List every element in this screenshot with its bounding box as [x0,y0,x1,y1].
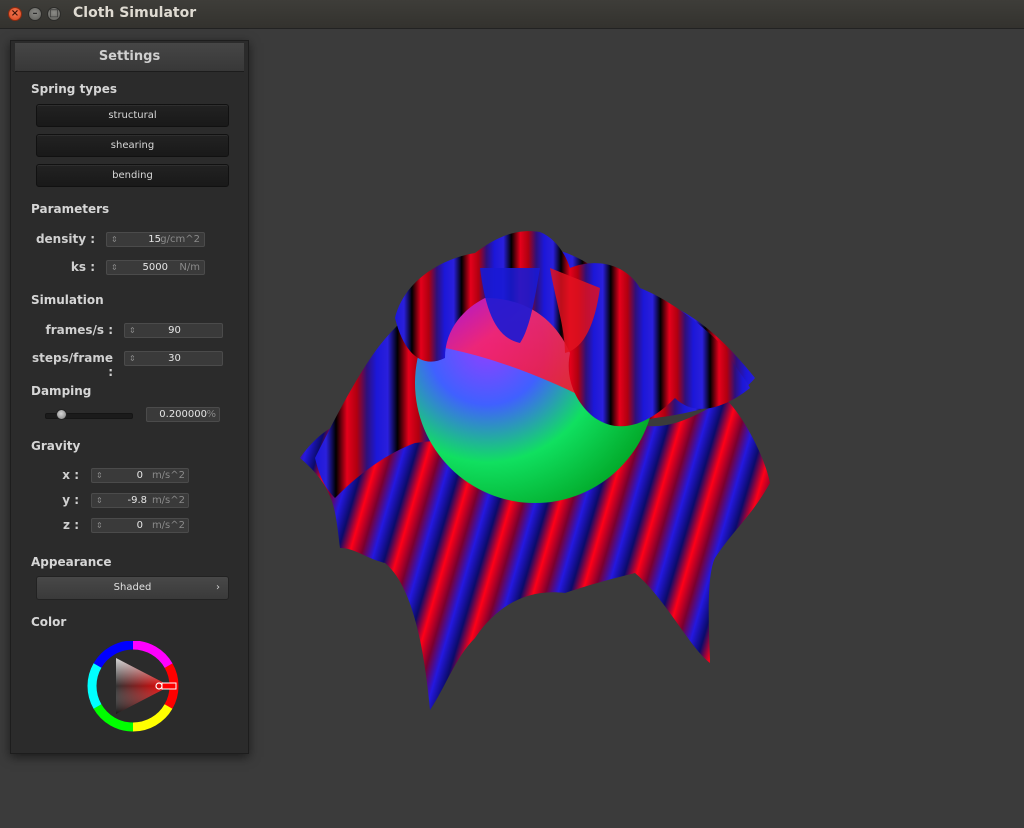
parameters-heading: Parameters [31,202,110,216]
gravity-y-unit: m/s^2 [151,495,185,506]
color-wheel[interactable] [86,641,182,733]
ks-value: 5000 [142,262,168,273]
gravity-y-label: y : [62,493,79,507]
damping-field[interactable]: 0.200000 % [146,407,220,422]
fps-field[interactable]: ⇕ 90 [124,323,223,338]
cloth-render[interactable] [295,228,775,718]
minimize-window-button[interactable]: – [28,7,42,21]
damping-unit: % [206,409,216,420]
gravity-x-label: x : [62,468,79,482]
spinner-icon[interactable]: ⇕ [111,261,118,274]
hue-marker[interactable] [161,682,177,690]
color-heading: Color [31,615,67,629]
steps-value: 30 [168,353,181,364]
gravity-z-value: 0 [136,520,143,531]
damping-heading: Damping [31,384,92,398]
maximize-icon: □ [49,8,59,19]
gravity-heading: Gravity [31,439,81,453]
gravity-x-unit: m/s^2 [151,470,185,481]
appearance-selected: Shaded [113,582,152,593]
settings-panel-title[interactable]: Settings [15,43,244,72]
spinner-icon[interactable]: ⇕ [111,233,118,246]
maximize-window-button[interactable]: □ [47,7,61,21]
gravity-z-label: z : [63,518,79,532]
fps-value: 90 [168,325,181,336]
shearing-button[interactable]: shearing [36,134,229,157]
appearance-dropdown[interactable]: Shaded › [36,576,229,600]
fps-label: frames/s : [45,323,113,337]
density-unit: g/cm^2 [160,234,200,245]
damping-value: 0.200000 [159,409,207,420]
spinner-icon[interactable]: ⇕ [96,494,103,507]
chevron-right-icon: › [216,582,220,593]
gravity-z-field[interactable]: ⇕ 0 m/s^2 [91,518,189,533]
ks-unit: N/m [179,262,200,273]
gravity-y-field[interactable]: ⇕ -9.8 m/s^2 [91,493,189,508]
gravity-z-unit: m/s^2 [151,520,185,531]
steps-field[interactable]: ⇕ 30 [124,351,223,366]
simulation-heading: Simulation [31,293,104,307]
ks-field[interactable]: ⇕ 5000 N/m [106,260,205,275]
density-label: density : [35,232,95,246]
close-icon: × [10,8,20,19]
spinner-icon[interactable]: ⇕ [96,469,103,482]
density-value: 15 [148,234,161,245]
window-title: Cloth Simulator [73,5,197,21]
title-bar: × – □ Cloth Simulator [0,0,1024,29]
appearance-heading: Appearance [31,555,112,569]
density-field[interactable]: ⇕ 15 g/cm^2 [106,232,205,247]
gravity-y-value: -9.8 [127,495,147,506]
spring-types-heading: Spring types [31,82,118,96]
settings-panel: Settings Spring types structural shearin… [10,40,249,754]
structural-button[interactable]: structural [36,104,229,127]
gravity-x-value: 0 [136,470,143,481]
bending-button[interactable]: bending [36,164,229,187]
minimize-icon: – [32,8,38,19]
close-window-button[interactable]: × [8,7,22,21]
ks-label: ks : [70,260,95,274]
gravity-x-field[interactable]: ⇕ 0 m/s^2 [91,468,189,483]
damping-slider-knob[interactable] [56,409,67,420]
steps-label: steps/frame : [31,351,113,379]
spinner-icon[interactable]: ⇕ [96,519,103,532]
